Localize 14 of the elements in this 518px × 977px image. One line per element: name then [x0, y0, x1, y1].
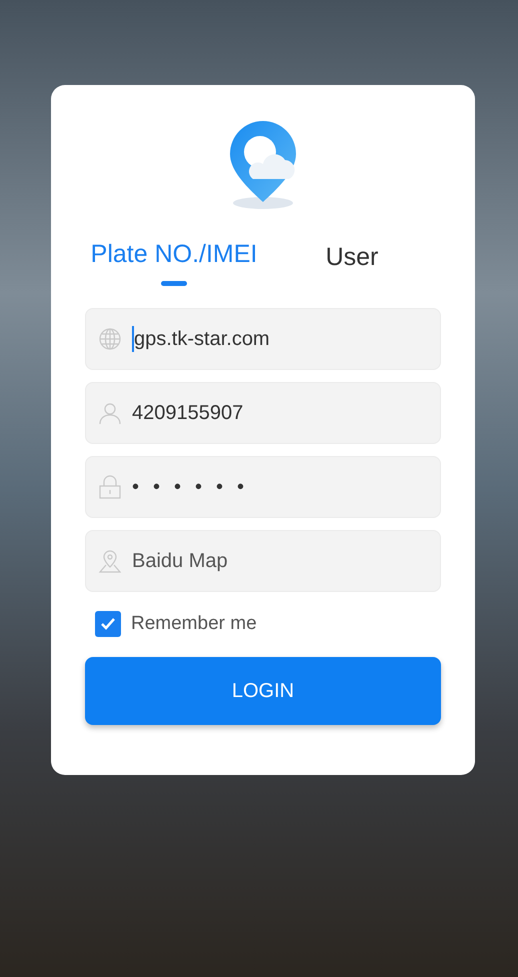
lock-icon — [98, 475, 122, 499]
person-icon — [98, 401, 122, 425]
input-field[interactable]: gps.tk-star.com — [85, 308, 441, 370]
globe-icon — [98, 327, 122, 351]
input-field[interactable]: •••••• — [85, 456, 441, 518]
remember-me-checkbox[interactable]: Remember me — [95, 610, 257, 638]
input-field[interactable]: Baidu Map — [85, 530, 441, 592]
checkbox[interactable] — [95, 611, 121, 638]
active-tab-indicator — [161, 281, 187, 286]
input-field[interactable]: 4209155907 — [85, 382, 441, 444]
login-button[interactable]: LOGIN — [85, 656, 441, 724]
map-pin-icon — [98, 549, 122, 573]
login-mode-tab[interactable]: Plate NO./IMEI — [85, 239, 263, 286]
login-mode-tab[interactable]: User — [263, 239, 441, 286]
